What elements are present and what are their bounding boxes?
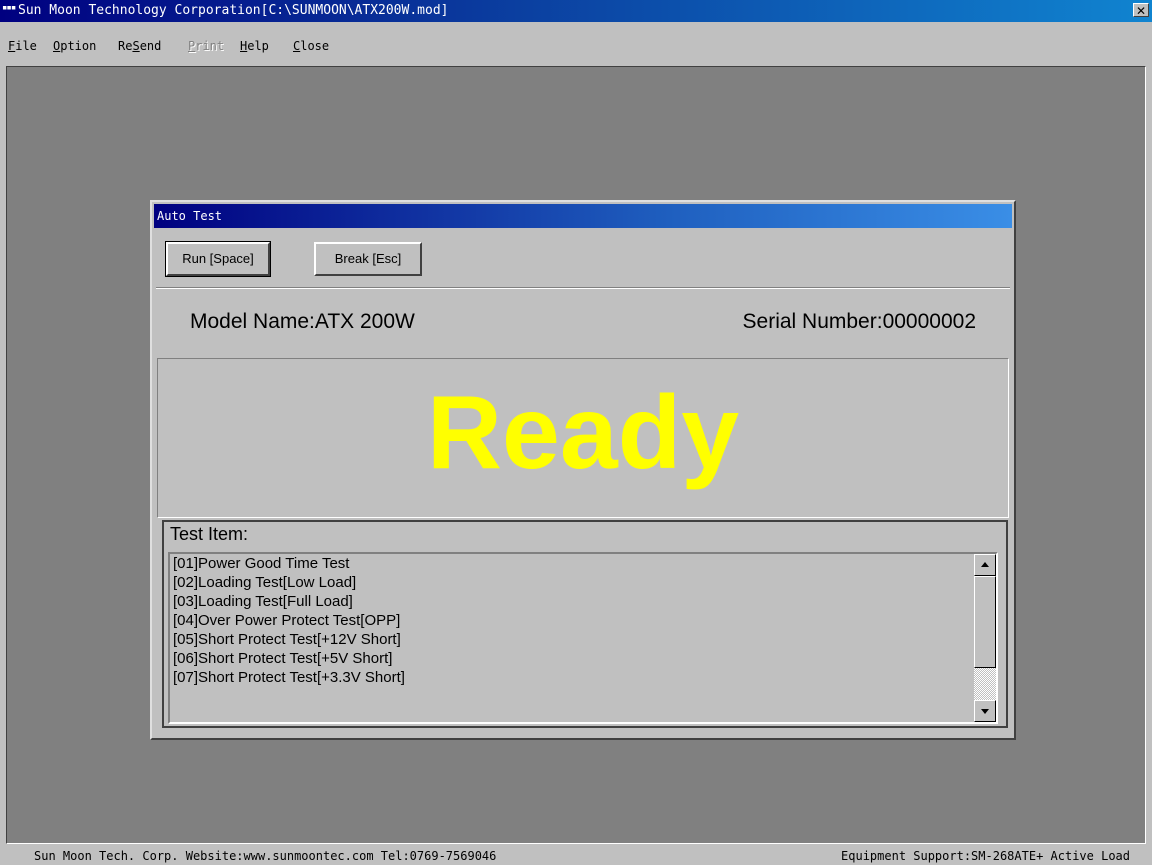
list-item[interactable]: [07]Short Protect Test[+3.3V Short] (173, 668, 972, 687)
run-button[interactable]: Run [Space] (165, 241, 271, 277)
status-bar-contact: Sun Moon Tech. Corp. Website:www.sunmoon… (34, 849, 497, 863)
status-text: Ready (426, 375, 740, 491)
up-arrow-icon (981, 562, 989, 567)
close-window-button[interactable]: ✕ (1133, 3, 1149, 18)
test-item-rows: [01]Power Good Time Test [02]Loading Tes… (173, 554, 972, 687)
dialog-titlebar[interactable]: Auto Test (154, 204, 1012, 228)
dialog-separator (156, 287, 1010, 289)
status-bar: Sun Moon Tech. Corp. Website:www.sunmoon… (0, 848, 1152, 865)
run-button-label: Run [Space] (182, 251, 254, 266)
list-item[interactable]: [05]Short Protect Test[+12V Short] (173, 630, 972, 649)
list-item[interactable]: [04]Over Power Protect Test[OPP] (173, 611, 972, 630)
test-item-group: Test Item: [01]Power Good Time Test [02]… (162, 520, 1008, 728)
app-icon[interactable]: ▪▪▪ (2, 3, 18, 17)
vertical-scrollbar[interactable] (974, 554, 996, 722)
status-panel: Ready (157, 358, 1009, 518)
menu-print: Print (188, 39, 225, 53)
test-item-list[interactable]: [01]Power Good Time Test [02]Loading Tes… (168, 552, 998, 724)
menu-resend[interactable]: ReSend (118, 39, 161, 53)
scroll-thumb[interactable] (974, 576, 996, 668)
list-item[interactable]: [02]Loading Test[Low Load] (173, 573, 972, 592)
menu-bar: File Option ReSend Print Help Close (0, 36, 1152, 58)
menu-option[interactable]: Option (53, 39, 96, 53)
break-button[interactable]: Break [Esc] (314, 242, 422, 276)
list-item[interactable]: [03]Loading Test[Full Load] (173, 592, 972, 611)
scroll-up-button[interactable] (974, 554, 996, 576)
menu-close[interactable]: Close (293, 39, 329, 53)
auto-test-dialog: Auto Test Run [Space] Break [Esc] Model … (150, 200, 1016, 740)
test-item-label: Test Item: (170, 524, 249, 544)
serial-number: Serial Number:00000002 (742, 310, 976, 333)
scroll-down-button[interactable] (974, 700, 996, 722)
list-item[interactable]: [01]Power Good Time Test (173, 554, 972, 573)
menu-file[interactable]: File (8, 39, 37, 53)
window-title: Sun Moon Technology Corporation[C:\SUNMO… (18, 3, 449, 18)
window-titlebar[interactable]: ▪▪▪ Sun Moon Technology Corporation[C:\S… (0, 0, 1152, 22)
down-arrow-icon (981, 709, 989, 714)
break-button-label: Break [Esc] (334, 251, 402, 266)
model-name: Model Name:ATX 200W (190, 310, 415, 333)
menu-help[interactable]: Help (240, 39, 269, 53)
list-item[interactable]: [06]Short Protect Test[+5V Short] (173, 649, 972, 668)
status-bar-equipment: Equipment Support:SM-268ATE+ Active Load (841, 849, 1130, 863)
